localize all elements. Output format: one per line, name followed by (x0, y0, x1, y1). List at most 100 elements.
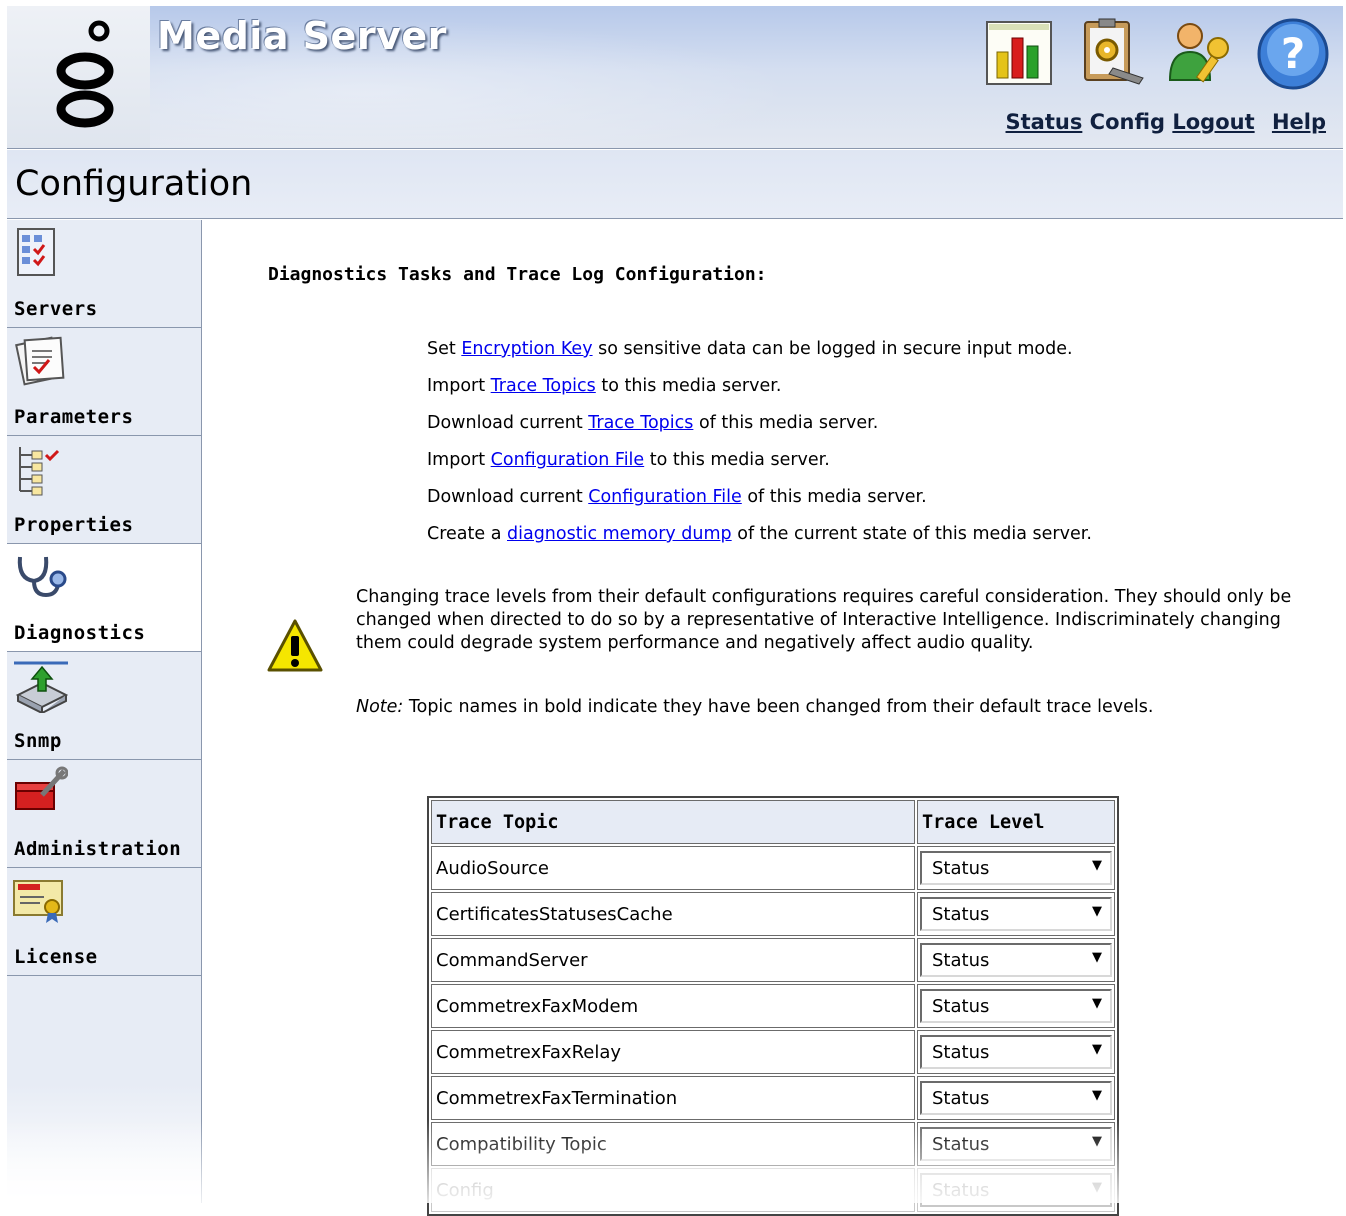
trace-level-value: Status (932, 950, 990, 971)
trace-level-select[interactable]: Status ▼ (920, 1173, 1112, 1207)
checklist-icon (17, 228, 55, 276)
chevron-down-icon: ▼ (1092, 996, 1102, 1011)
app-title: Media Server (157, 14, 447, 58)
sidebar-item-label: Servers (14, 298, 98, 320)
sidebar-item-label: Parameters (14, 406, 134, 428)
trace-level-value: Status (932, 1134, 990, 1155)
trace-topic-name: Config (431, 1168, 915, 1212)
task-text: to this media server. (595, 376, 782, 396)
import-trace-topics-link[interactable]: Trace Topics (491, 376, 596, 396)
trace-level-select[interactable]: Status ▼ (920, 897, 1112, 931)
task-item: Set Encryption Key so sensitive data can… (427, 331, 1092, 368)
help-link[interactable]: Help (1272, 110, 1326, 134)
trace-level-cell: Status ▼ (917, 1030, 1115, 1074)
trace-topic-name: Compatibility Topic (431, 1122, 915, 1166)
task-text: Import (427, 450, 491, 470)
logout-link[interactable]: Logout (1172, 110, 1254, 134)
note-label: Note: (356, 697, 404, 717)
trace-topic-name: AudioSource (431, 846, 915, 890)
table-row: Config Status ▼ (431, 1168, 1115, 1212)
trace-topic-name: CertificatesStatusesCache (431, 892, 915, 936)
download-trace-topics-link[interactable]: Trace Topics (588, 413, 693, 433)
sidebar-item-label: Diagnostics (14, 622, 146, 644)
task-text: of the current state of this media serve… (731, 524, 1092, 544)
trace-level-header: Trace Level (917, 800, 1115, 844)
warning-text: Changing trace levels from their default… (356, 587, 1292, 653)
encryption-key-link[interactable]: Encryption Key (461, 339, 592, 359)
diagnostic-memory-dump-link[interactable]: diagnostic memory dump (507, 524, 732, 544)
genesys-logo-icon (56, 20, 114, 128)
tree-properties-icon (19, 447, 60, 496)
sidebar-item-diagnostics[interactable]: Diagnostics (7, 544, 201, 652)
trace-level-select[interactable]: Status ▼ (920, 989, 1112, 1023)
trace-level-cell: Status ▼ (917, 938, 1115, 982)
sidebar-item-label: Properties (14, 514, 134, 536)
task-item: Import Configuration File to this media … (427, 442, 1092, 479)
trace-topic-header: Trace Topic (431, 800, 915, 844)
trace-level-cell: Status ▼ (917, 892, 1115, 936)
page-title-bar: Configuration (7, 150, 1343, 219)
trace-level-value: Status (932, 1180, 990, 1201)
table-row: AudioSource Status ▼ (431, 846, 1115, 890)
sidebar-item-snmp[interactable]: Snmp (7, 652, 201, 760)
trace-level-value: Status (932, 996, 990, 1017)
help-icon[interactable]: ? (1255, 16, 1331, 92)
top-nav-links: Status Config Logout Help (1006, 110, 1326, 134)
parameters-clipboard-icon (15, 336, 65, 386)
stethoscope-icon (17, 556, 67, 598)
table-row: Compatibility Topic Status ▼ (431, 1122, 1115, 1166)
warning-icon (267, 619, 323, 672)
trace-topic-name: CommandServer (431, 938, 915, 982)
trace-topic-name: CommetrexFaxRelay (431, 1030, 915, 1074)
table-row: CommetrexFaxTermination Status ▼ (431, 1076, 1115, 1120)
task-text: of this media server. (693, 413, 879, 433)
sidebar-item-properties[interactable]: Properties (7, 436, 201, 544)
chevron-down-icon: ▼ (1092, 1180, 1102, 1195)
task-item: Download current Trace Topics of this me… (427, 405, 1092, 442)
chevron-down-icon: ▼ (1092, 1134, 1102, 1149)
task-item: Download current Configuration File of t… (427, 479, 1092, 516)
config-link-current: Config (1089, 110, 1166, 134)
status-link[interactable]: Status (1006, 110, 1083, 134)
trace-level-cell: Status ▼ (917, 984, 1115, 1028)
status-chart-icon[interactable] (983, 16, 1059, 92)
toolbox-icon (15, 766, 68, 810)
task-text: of this media server. (741, 487, 927, 507)
task-text: Download current (427, 413, 589, 433)
task-list: Set Encryption Key so sensitive data can… (427, 331, 1092, 553)
trace-level-select[interactable]: Status ▼ (920, 1081, 1112, 1115)
trace-level-select[interactable]: Status ▼ (920, 943, 1112, 977)
import-configuration-file-link[interactable]: Configuration File (491, 450, 645, 470)
sidebar-item-servers[interactable]: Servers (7, 220, 201, 328)
header: Media Server ? Status Config Logout Help (7, 6, 1343, 149)
trace-level-value: Status (932, 1088, 990, 1109)
sidebar-item-parameters[interactable]: Parameters (7, 328, 201, 436)
chevron-down-icon: ▼ (1092, 858, 1102, 873)
logout-user-key-icon[interactable] (1164, 16, 1240, 92)
trace-topic-name: CommetrexFaxTermination (431, 1076, 915, 1120)
config-clipboard-icon[interactable] (1073, 16, 1149, 92)
sidebar-item-administration[interactable]: Administration (7, 760, 201, 868)
snmp-device-icon (14, 661, 68, 713)
task-item: Create a diagnostic memory dump of the c… (427, 516, 1092, 553)
trace-topics-table: Trace Topic Trace Level AudioSource Stat… (427, 796, 1119, 1216)
chevron-down-icon: ▼ (1092, 1042, 1102, 1057)
table-row: CertificatesStatusesCache Status ▼ (431, 892, 1115, 936)
svg-text:?: ? (1281, 29, 1305, 78)
table-header-row: Trace Topic Trace Level (431, 800, 1115, 844)
table-row: CommetrexFaxRelay Status ▼ (431, 1030, 1115, 1074)
trace-level-cell: Status ▼ (917, 1168, 1115, 1212)
trace-level-value: Status (932, 858, 990, 879)
trace-level-select[interactable]: Status ▼ (920, 1127, 1112, 1161)
download-configuration-file-link[interactable]: Configuration File (588, 487, 742, 507)
table-row: CommandServer Status ▼ (431, 938, 1115, 982)
note-text: Note: Topic names in bold indicate they … (356, 697, 1331, 717)
task-item: Import Trace Topics to this media server… (427, 368, 1092, 405)
sidebar-item-label: Administration (14, 838, 182, 860)
task-text: Create a (427, 524, 507, 544)
page-title: Configuration (15, 164, 253, 204)
trace-level-select[interactable]: Status ▼ (920, 1035, 1112, 1069)
trace-level-cell: Status ▼ (917, 1122, 1115, 1166)
sidebar-item-license[interactable]: License (7, 868, 201, 976)
trace-level-select[interactable]: Status ▼ (920, 851, 1112, 885)
